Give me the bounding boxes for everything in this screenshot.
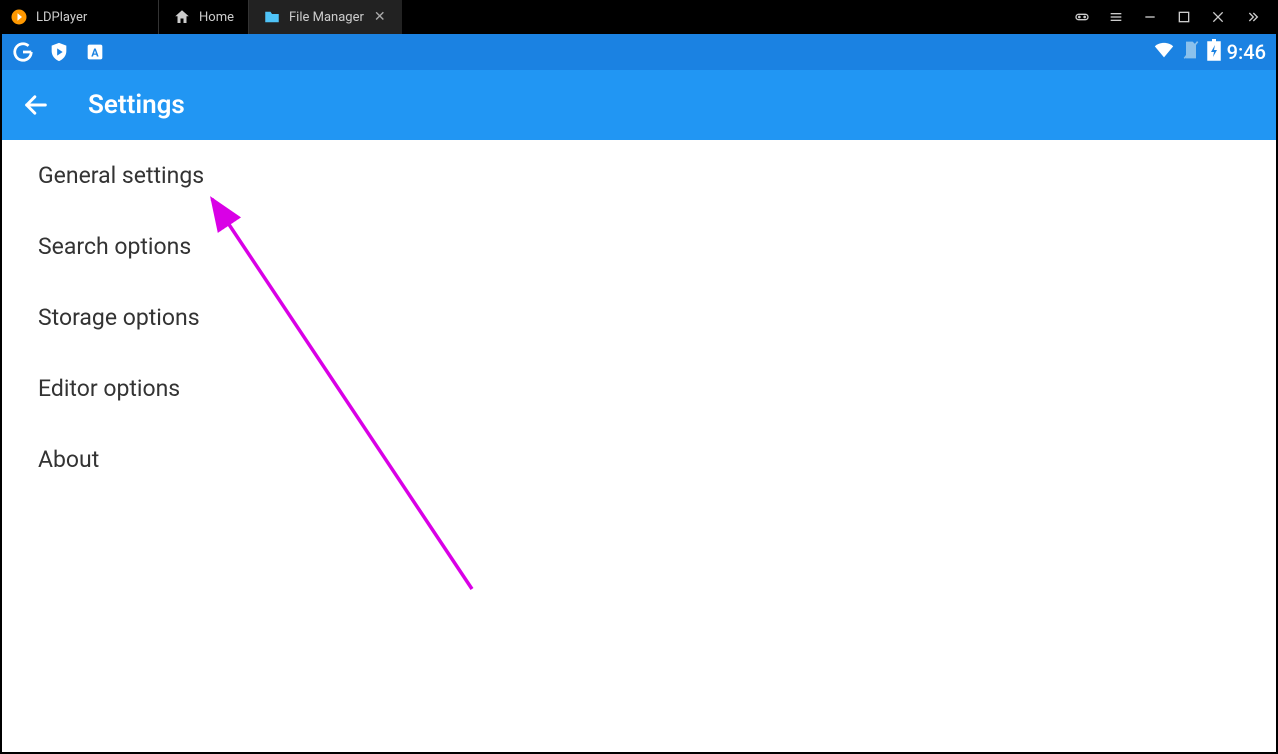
window-controls (1070, 5, 1278, 29)
emulator-viewport: A 9:46 Settings General settings Se (2, 34, 1276, 752)
tab-label: Home (199, 10, 234, 25)
tab-file-manager[interactable]: File Manager ✕ (248, 0, 402, 34)
wifi-icon (1153, 39, 1175, 66)
back-button[interactable] (20, 89, 52, 121)
setting-item-label: General settings (38, 162, 204, 189)
setting-item-label: About (38, 446, 99, 473)
folder-icon (263, 8, 281, 26)
gamepad-icon[interactable] (1070, 5, 1094, 29)
setting-item-label: Editor options (38, 375, 180, 402)
close-icon[interactable] (1206, 5, 1230, 29)
setting-about[interactable]: About (2, 424, 1276, 495)
appbar: Settings (2, 70, 1276, 140)
home-icon (173, 8, 191, 26)
app-square-icon: A (84, 41, 106, 63)
google-icon (12, 41, 34, 63)
tab-close-icon[interactable]: ✕ (372, 9, 388, 25)
more-icon[interactable] (1240, 5, 1264, 29)
android-statusbar: A 9:46 (2, 34, 1276, 70)
window-titlebar: LDPlayer Home File Manager ✕ (0, 0, 1278, 34)
tab-group: Home File Manager ✕ (158, 0, 402, 34)
setting-search-options[interactable]: Search options (2, 211, 1276, 282)
ldplayer-logo-icon (10, 8, 28, 26)
svg-text:A: A (91, 47, 99, 60)
setting-item-label: Search options (38, 233, 191, 260)
maximize-icon[interactable] (1172, 5, 1196, 29)
app-name-label: LDPlayer (36, 10, 87, 25)
statusbar-time: 9:46 (1227, 40, 1266, 64)
page-title: Settings (88, 90, 185, 120)
menu-icon[interactable] (1104, 5, 1128, 29)
setting-storage-options[interactable]: Storage options (2, 282, 1276, 353)
tab-label: File Manager (289, 10, 364, 25)
setting-item-label: Storage options (38, 304, 200, 331)
battery-icon (1207, 39, 1221, 66)
shield-icon (48, 41, 70, 63)
tab-home[interactable]: Home (158, 0, 248, 34)
minimize-icon[interactable] (1138, 5, 1162, 29)
setting-editor-options[interactable]: Editor options (2, 353, 1276, 424)
sim-icon (1181, 40, 1201, 65)
titlebar-brand: LDPlayer (0, 8, 150, 26)
settings-list: General settings Search options Storage … (2, 140, 1276, 495)
setting-general-settings[interactable]: General settings (2, 140, 1276, 211)
